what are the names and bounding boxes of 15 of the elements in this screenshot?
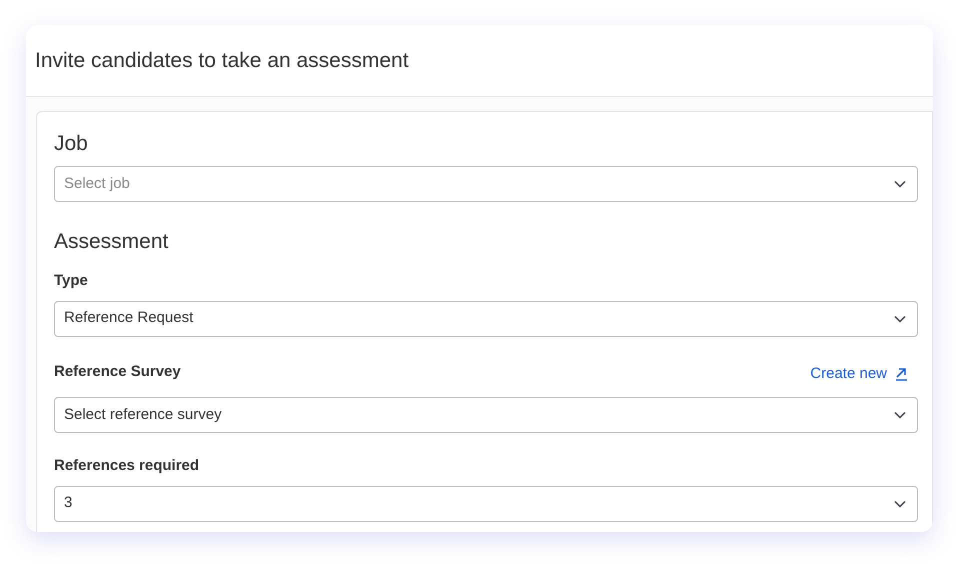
external-link-icon xyxy=(895,366,908,381)
select-field[interactable]: Reference Request xyxy=(54,300,918,336)
chevron-down-icon xyxy=(894,180,906,188)
dialog-title: Invite candidates to take an assessment xyxy=(35,48,409,74)
create-new-link[interactable]: Create new xyxy=(810,362,908,385)
section-heading: Job xyxy=(54,131,89,157)
field-label: Type xyxy=(54,271,88,291)
chevron-down-icon xyxy=(894,314,906,322)
select-field[interactable]: Select reference survey xyxy=(54,397,918,433)
section-heading: Assessment xyxy=(54,229,170,255)
chevron-down-icon xyxy=(894,411,906,419)
chevron-down-icon xyxy=(894,500,906,508)
field-label: Reference Survey xyxy=(54,362,181,382)
select-field[interactable]: 3 xyxy=(54,486,918,522)
field-label: References required xyxy=(54,456,200,476)
